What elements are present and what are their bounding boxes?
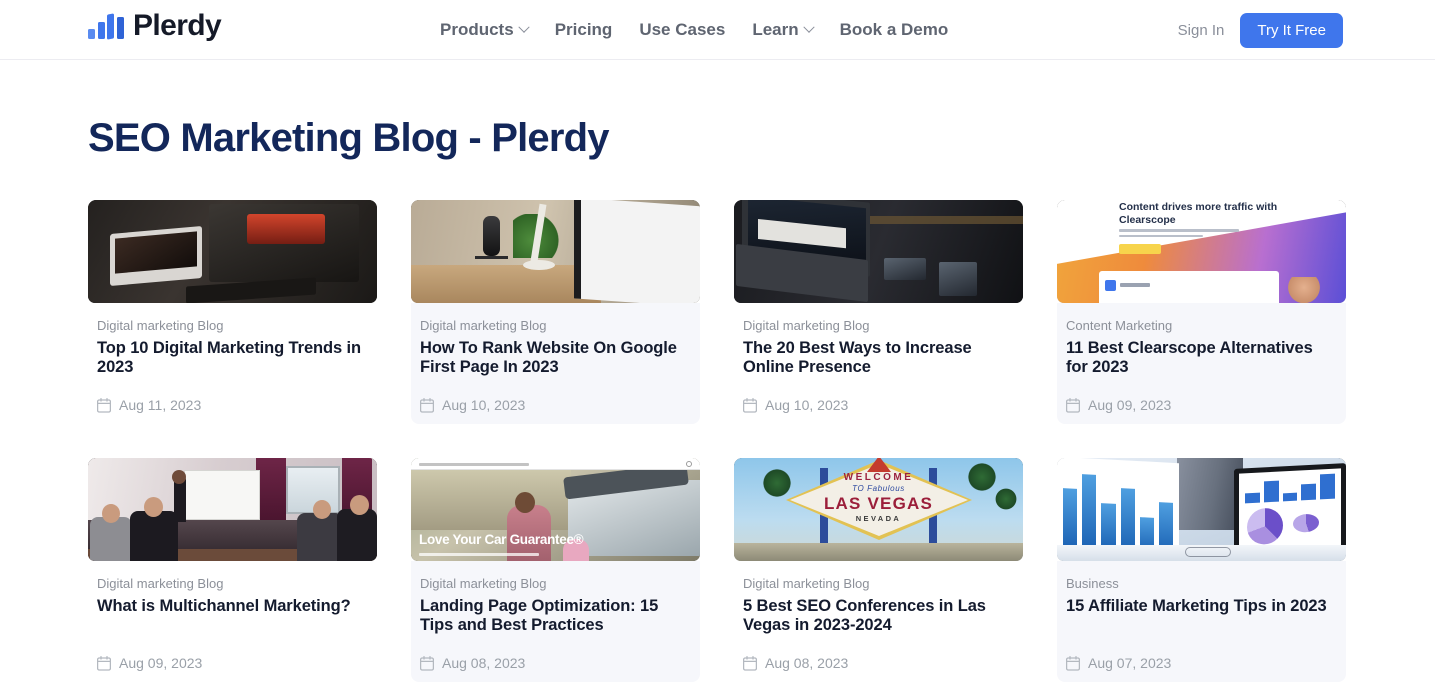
- card-date-text: Aug 11, 2023: [119, 397, 202, 413]
- card-date-text: Aug 10, 2023: [442, 397, 526, 413]
- card-thumbnail-desk-microphone-imac-google: [411, 200, 700, 303]
- blog-card[interactable]: Digital marketing Blog How To Rank Websi…: [411, 200, 700, 424]
- card-date: Aug 10, 2023: [743, 397, 848, 413]
- card-title: What is Multichannel Marketing?: [97, 597, 351, 615]
- card-category: Digital marketing Blog: [97, 318, 224, 333]
- sign-in-link[interactable]: Sign In: [1178, 22, 1225, 39]
- card-date: Aug 07, 2023: [1066, 655, 1171, 671]
- blog-card[interactable]: WELCOME TO Fabulous LAS VEGAS NEVADA Dig…: [734, 458, 1023, 682]
- blog-card[interactable]: Digital marketing Blog The 20 Best Ways …: [734, 200, 1023, 424]
- card-thumbnail-clearscope-landing-page: Content drives more traffic with Clearsc…: [1057, 200, 1346, 303]
- card-date: Aug 08, 2023: [743, 655, 848, 671]
- card-date-text: Aug 10, 2023: [765, 397, 849, 413]
- chevron-down-icon: [802, 21, 815, 33]
- blog-card[interactable]: Content drives more traffic with Clearsc…: [1057, 200, 1346, 424]
- card-thumbnail-business-charts-handshake: [1057, 458, 1346, 561]
- ukraine-flag-icon: [225, 9, 247, 24]
- thumb-vegas-fabulous: TO Fabulous: [852, 484, 905, 493]
- blog-post-grid: Digital marketing Blog Top 10 Digital Ma…: [88, 200, 1347, 682]
- card-thumbnail-love-your-car-guarantee-page: Love Your Car Guarantee®: [411, 458, 700, 561]
- card-date: Aug 08, 2023: [420, 655, 525, 671]
- nav-label-learn: Learn: [752, 20, 799, 39]
- logo-text: Plerdy: [133, 9, 222, 42]
- nav-item-products[interactable]: Products: [440, 20, 530, 40]
- nav-label-use-cases: Use Cases: [639, 20, 726, 39]
- card-date-text: Aug 07, 2023: [1088, 655, 1172, 671]
- card-date-text: Aug 09, 2023: [119, 655, 203, 671]
- nav-label-products: Products: [440, 20, 514, 39]
- blog-card[interactable]: Love Your Car Guarantee® Digital marketi…: [411, 458, 700, 682]
- card-date-text: Aug 08, 2023: [442, 655, 526, 671]
- blog-card[interactable]: Business 15 Affiliate Marketing Tips in …: [1057, 458, 1346, 682]
- nav-label-book-a-demo: Book a Demo: [839, 20, 949, 39]
- blog-card[interactable]: Digital marketing Blog Top 10 Digital Ma…: [88, 200, 377, 424]
- chevron-down-icon: [518, 21, 530, 33]
- card-date-text: Aug 09, 2023: [1088, 397, 1172, 413]
- main-nav: Products Pricing Use Cases Learn Book a …: [440, 0, 948, 60]
- card-category: Digital marketing Blog: [420, 318, 547, 333]
- nav-item-learn[interactable]: Learn: [752, 20, 815, 40]
- card-date: Aug 09, 2023: [97, 655, 202, 671]
- calendar-icon: [420, 397, 434, 413]
- thumb-vegas-state: NEVADA: [855, 514, 902, 523]
- card-title: The 20 Best Ways to Increase Online Pres…: [743, 339, 972, 376]
- try-it-free-button[interactable]: Try It Free: [1240, 12, 1343, 48]
- bar-chart-icon: [88, 13, 126, 40]
- card-category: Content Marketing: [1066, 318, 1173, 333]
- card-title: 11 Best Clearscope Alternatives for 2023: [1066, 339, 1313, 376]
- calendar-icon: [743, 397, 757, 413]
- card-category: Digital marketing Blog: [420, 576, 547, 591]
- calendar-icon: [1066, 655, 1080, 671]
- calendar-icon: [743, 655, 757, 671]
- logo[interactable]: Plerdy: [88, 7, 247, 45]
- nav-item-book-a-demo[interactable]: Book a Demo: [840, 20, 949, 40]
- header-actions: Sign In Try It Free: [1178, 0, 1343, 60]
- card-title: Top 10 Digital Marketing Trends in 2023: [97, 339, 362, 376]
- card-title: 5 Best SEO Conferences in Las Vegas in 2…: [743, 597, 986, 634]
- card-title: How To Rank Website On Google First Page…: [420, 339, 677, 376]
- card-category: Digital marketing Blog: [97, 576, 224, 591]
- card-title: 15 Affiliate Marketing Tips in 2023: [1066, 597, 1327, 615]
- nav-label-pricing: Pricing: [554, 20, 613, 39]
- thumb-vegas-welcome: WELCOME: [843, 472, 914, 483]
- calendar-icon: [97, 655, 111, 671]
- card-category: Digital marketing Blog: [743, 576, 870, 591]
- card-date-text: Aug 08, 2023: [765, 655, 849, 671]
- card-thumbnail-dark-laptop-devices-desk: [734, 200, 1023, 303]
- page-title: SEO Marketing Blog - Plerdy: [88, 116, 610, 160]
- thumb-car-heading: Love Your Car Guarantee®: [419, 532, 584, 547]
- nav-item-pricing[interactable]: Pricing: [555, 20, 613, 40]
- card-date: Aug 10, 2023: [420, 397, 525, 413]
- site-header: Plerdy Products Pricing Use Cases Learn …: [0, 0, 1435, 60]
- calendar-icon: [1066, 397, 1080, 413]
- card-title: Landing Page Optimization: 15 Tips and B…: [420, 597, 659, 634]
- thumb-clearscope-heading: Content drives more traffic with Clearsc…: [1119, 201, 1278, 226]
- card-date: Aug 11, 2023: [97, 397, 201, 413]
- card-category: Business: [1066, 576, 1119, 591]
- nav-item-use-cases[interactable]: Use Cases: [639, 20, 725, 40]
- thumb-vegas-city: LAS VEGAS: [823, 494, 934, 513]
- page-content: SEO Marketing Blog - Plerdy Digital mark…: [0, 116, 1435, 682]
- calendar-icon: [420, 655, 434, 671]
- card-thumbnail-las-vegas-welcome-sign: WELCOME TO Fabulous LAS VEGAS NEVADA: [734, 458, 1023, 561]
- card-thumbnail-dark-desk-laptop-open-neon: [88, 200, 377, 303]
- blog-card[interactable]: Digital marketing Blog What is Multichan…: [88, 458, 377, 682]
- card-category: Digital marketing Blog: [743, 318, 870, 333]
- calendar-icon: [97, 397, 111, 413]
- card-thumbnail-business-meeting-whiteboard: [88, 458, 377, 561]
- card-date: Aug 09, 2023: [1066, 397, 1171, 413]
